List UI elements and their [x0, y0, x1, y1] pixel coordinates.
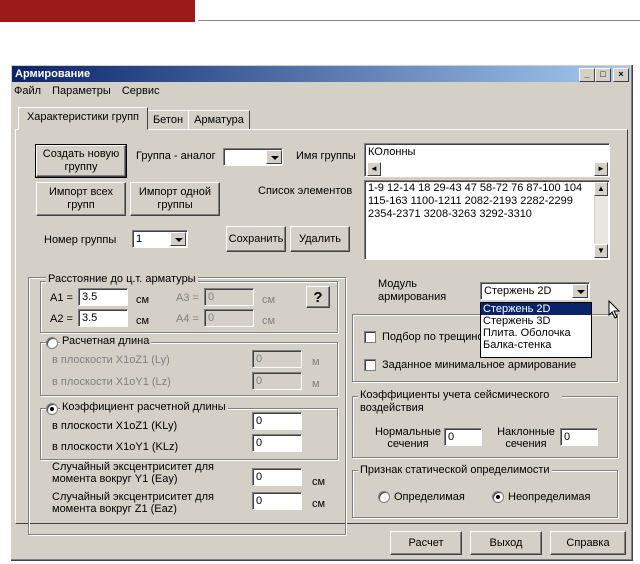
- normal-field[interactable]: 0: [444, 428, 482, 446]
- header-banner: [0, 0, 195, 22]
- group-number-label: Номер группы: [44, 234, 117, 246]
- undefined-label: Неопределимая: [508, 491, 591, 503]
- module-option[interactable]: Плита. Оболочка: [481, 327, 591, 339]
- lz-label: в плоскости X1oY1 (Lz): [52, 376, 171, 388]
- tab-concrete[interactable]: Бетон: [147, 110, 189, 130]
- distance-legend: Расстояние до ц.т. арматуры: [46, 273, 198, 285]
- tab-rebar[interactable]: Арматура: [188, 110, 250, 130]
- normal-label: Нормальные сечения: [374, 426, 442, 450]
- inclined-field[interactable]: 0: [560, 428, 598, 446]
- eaz-unit: см: [312, 498, 326, 510]
- scroll-up-icon[interactable]: ▲: [594, 182, 608, 196]
- eay-unit: см: [312, 476, 326, 488]
- scroll-right-icon[interactable]: ►: [594, 162, 608, 176]
- elements-value: 1-9 12-14 18 29-43 47 58-72 76 87-100 10…: [368, 182, 583, 220]
- maximize-button[interactable]: □: [595, 68, 611, 82]
- seismic-legend: Коэффициенты учета сейсмического воздейс…: [358, 389, 562, 415]
- group-analog-label: Группа - аналог: [136, 150, 216, 162]
- scroll-down-icon[interactable]: ▼: [594, 244, 608, 258]
- defined-radio[interactable]: [378, 491, 390, 503]
- exit-button[interactable]: Выход: [470, 531, 542, 555]
- group-number-value: 1: [136, 233, 143, 245]
- a1-field[interactable]: 3.5: [78, 288, 128, 306]
- delete-button[interactable]: Удалить: [290, 226, 350, 252]
- cursor-icon: [608, 300, 621, 319]
- header-rule: [198, 20, 640, 21]
- ly-unit: м: [312, 356, 320, 368]
- a4-unit: см: [262, 315, 276, 327]
- module-selected: Стержень 2D: [484, 285, 552, 297]
- eaz-field[interactable]: 0: [252, 492, 302, 510]
- eaz-label: Случайный эксцентриситет для момента вок…: [52, 491, 214, 515]
- eay-field[interactable]: 0: [252, 468, 302, 486]
- module-option[interactable]: Стержень 2D: [481, 303, 591, 315]
- scroll-left-icon[interactable]: ◄: [367, 162, 381, 176]
- a1-unit: см: [136, 294, 150, 306]
- static-legend: Признак статической определимости: [358, 464, 552, 476]
- coef-length-legend: Коэффициент расчетной длины: [60, 401, 228, 413]
- module-label: Модуль армирования: [378, 278, 447, 303]
- kly-field[interactable]: 0: [252, 412, 302, 430]
- a4-label: A4 =: [176, 313, 199, 325]
- import-all-button[interactable]: Импорт всех групп: [36, 182, 126, 216]
- menu-service[interactable]: Сервис: [122, 85, 160, 97]
- lz-unit: м: [312, 378, 320, 390]
- a4-field: 0: [204, 309, 254, 327]
- module-option[interactable]: Балка-стенка: [481, 339, 591, 351]
- inclined-label: Наклонные сечения: [497, 426, 555, 450]
- crack-label: Подбор по трещино: [382, 331, 484, 343]
- coef-length-radio[interactable]: [46, 403, 58, 415]
- import-one-button[interactable]: Импорт одной группы: [130, 182, 220, 216]
- help-button[interactable]: ?: [306, 286, 330, 308]
- eay-label: Случайный эксцентриситет для момента вок…: [52, 461, 214, 485]
- window-titlebar: Армирование: [12, 66, 630, 82]
- chevron-down-icon[interactable]: [266, 150, 282, 164]
- klz-label: в плоскости X1oY1 (KLz): [52, 441, 179, 453]
- menu-file[interactable]: Файл: [14, 85, 41, 97]
- a3-unit: см: [262, 294, 276, 306]
- kly-label: в плоскости X1oZ1 (KLy): [52, 420, 178, 432]
- chevron-down-icon[interactable]: [572, 284, 588, 298]
- save-button[interactable]: Сохранить: [226, 226, 286, 252]
- calc-length-legend: Расчетная длина: [60, 335, 152, 347]
- a2-unit: см: [136, 315, 150, 327]
- undefined-radio[interactable]: [492, 491, 504, 503]
- ly-label: в плоскости X1oZ1 (Ly): [52, 354, 170, 366]
- module-option[interactable]: Стержень 3D: [481, 315, 591, 327]
- calc-length-radio[interactable]: [46, 337, 58, 349]
- close-button[interactable]: ×: [613, 68, 629, 82]
- a1-label: A1 =: [50, 292, 73, 304]
- create-group-button[interactable]: Создать новую группу: [35, 144, 127, 178]
- a3-field: 0: [204, 288, 254, 306]
- a3-label: A3 =: [176, 292, 199, 304]
- minimize-button[interactable]: _: [579, 68, 595, 82]
- crack-checkbox[interactable]: [364, 331, 376, 343]
- a2-label: A2 =: [50, 313, 73, 325]
- ly-field: 0: [252, 350, 302, 368]
- elements-label: Список элементов: [258, 185, 353, 197]
- minimal-checkbox[interactable]: [364, 359, 376, 371]
- help-ref-button[interactable]: Справка: [550, 531, 626, 555]
- window-title: Армирование: [15, 68, 91, 80]
- group-name-field[interactable]: КОлонны: [364, 143, 610, 177]
- group-name-label: Имя группы: [296, 150, 356, 162]
- minimal-label: Заданное минимальное армирование: [382, 359, 577, 371]
- calc-button[interactable]: Расчет: [390, 531, 462, 555]
- menubar: Файл Параметры Сервис: [14, 85, 167, 101]
- group-name-value: КОлонны: [368, 146, 416, 158]
- tab-group-characteristics[interactable]: Характеристики групп: [18, 107, 148, 130]
- chevron-down-icon[interactable]: [170, 232, 186, 246]
- a2-field[interactable]: 3.5: [78, 309, 128, 327]
- elements-list[interactable]: 1-9 12-14 18 29-43 47 58-72 76 87-100 10…: [364, 180, 610, 260]
- module-dropdown-list: Стержень 2D Стержень 3D Плита. Оболочка …: [480, 302, 592, 358]
- menu-params[interactable]: Параметры: [52, 85, 111, 97]
- lz-field: 0: [252, 372, 302, 390]
- klz-field[interactable]: 0: [252, 434, 302, 452]
- defined-label: Определимая: [394, 491, 465, 503]
